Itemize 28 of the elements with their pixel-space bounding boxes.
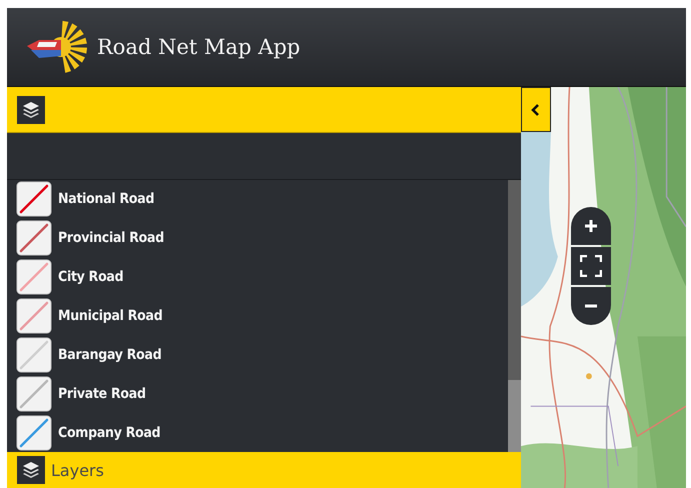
legend-label: Barangay Road: [58, 346, 162, 363]
fullscreen-icon: [580, 255, 602, 277]
legend-label: Provincial Road: [58, 230, 164, 246]
legend-label: National Road: [58, 191, 154, 208]
road-symbol-icon: [16, 336, 52, 373]
collapse-button[interactable]: [521, 87, 551, 132]
legend-label: City Road: [58, 269, 124, 286]
fullscreen-button[interactable]: [571, 247, 611, 285]
chevron-left-icon: [531, 104, 541, 116]
app-title: Road Net Map App: [97, 35, 300, 59]
layers-button[interactable]: [17, 96, 45, 124]
road-symbol-icon: [16, 259, 52, 296]
layers-icon: [22, 461, 40, 479]
legend-label: Municipal Road: [58, 308, 162, 324]
layers-icon: [22, 100, 40, 118]
plus-icon: [584, 219, 598, 233]
minus-icon: [584, 304, 598, 308]
scrollbar[interactable]: [508, 180, 521, 452]
road-symbol-icon: [16, 414, 52, 451]
road-symbol-icon: [16, 376, 52, 412]
road-symbol-icon: [16, 298, 52, 334]
road-symbol-icon: [16, 220, 52, 256]
zoom-out-button[interactable]: [571, 287, 611, 325]
legend-label: Private Road: [58, 386, 146, 402]
legend-label: Company Road: [58, 424, 160, 441]
layers-label: Layers: [51, 460, 104, 480]
road-symbol-icon: [16, 181, 52, 218]
layers-tab[interactable]: Layers: [7, 452, 521, 488]
